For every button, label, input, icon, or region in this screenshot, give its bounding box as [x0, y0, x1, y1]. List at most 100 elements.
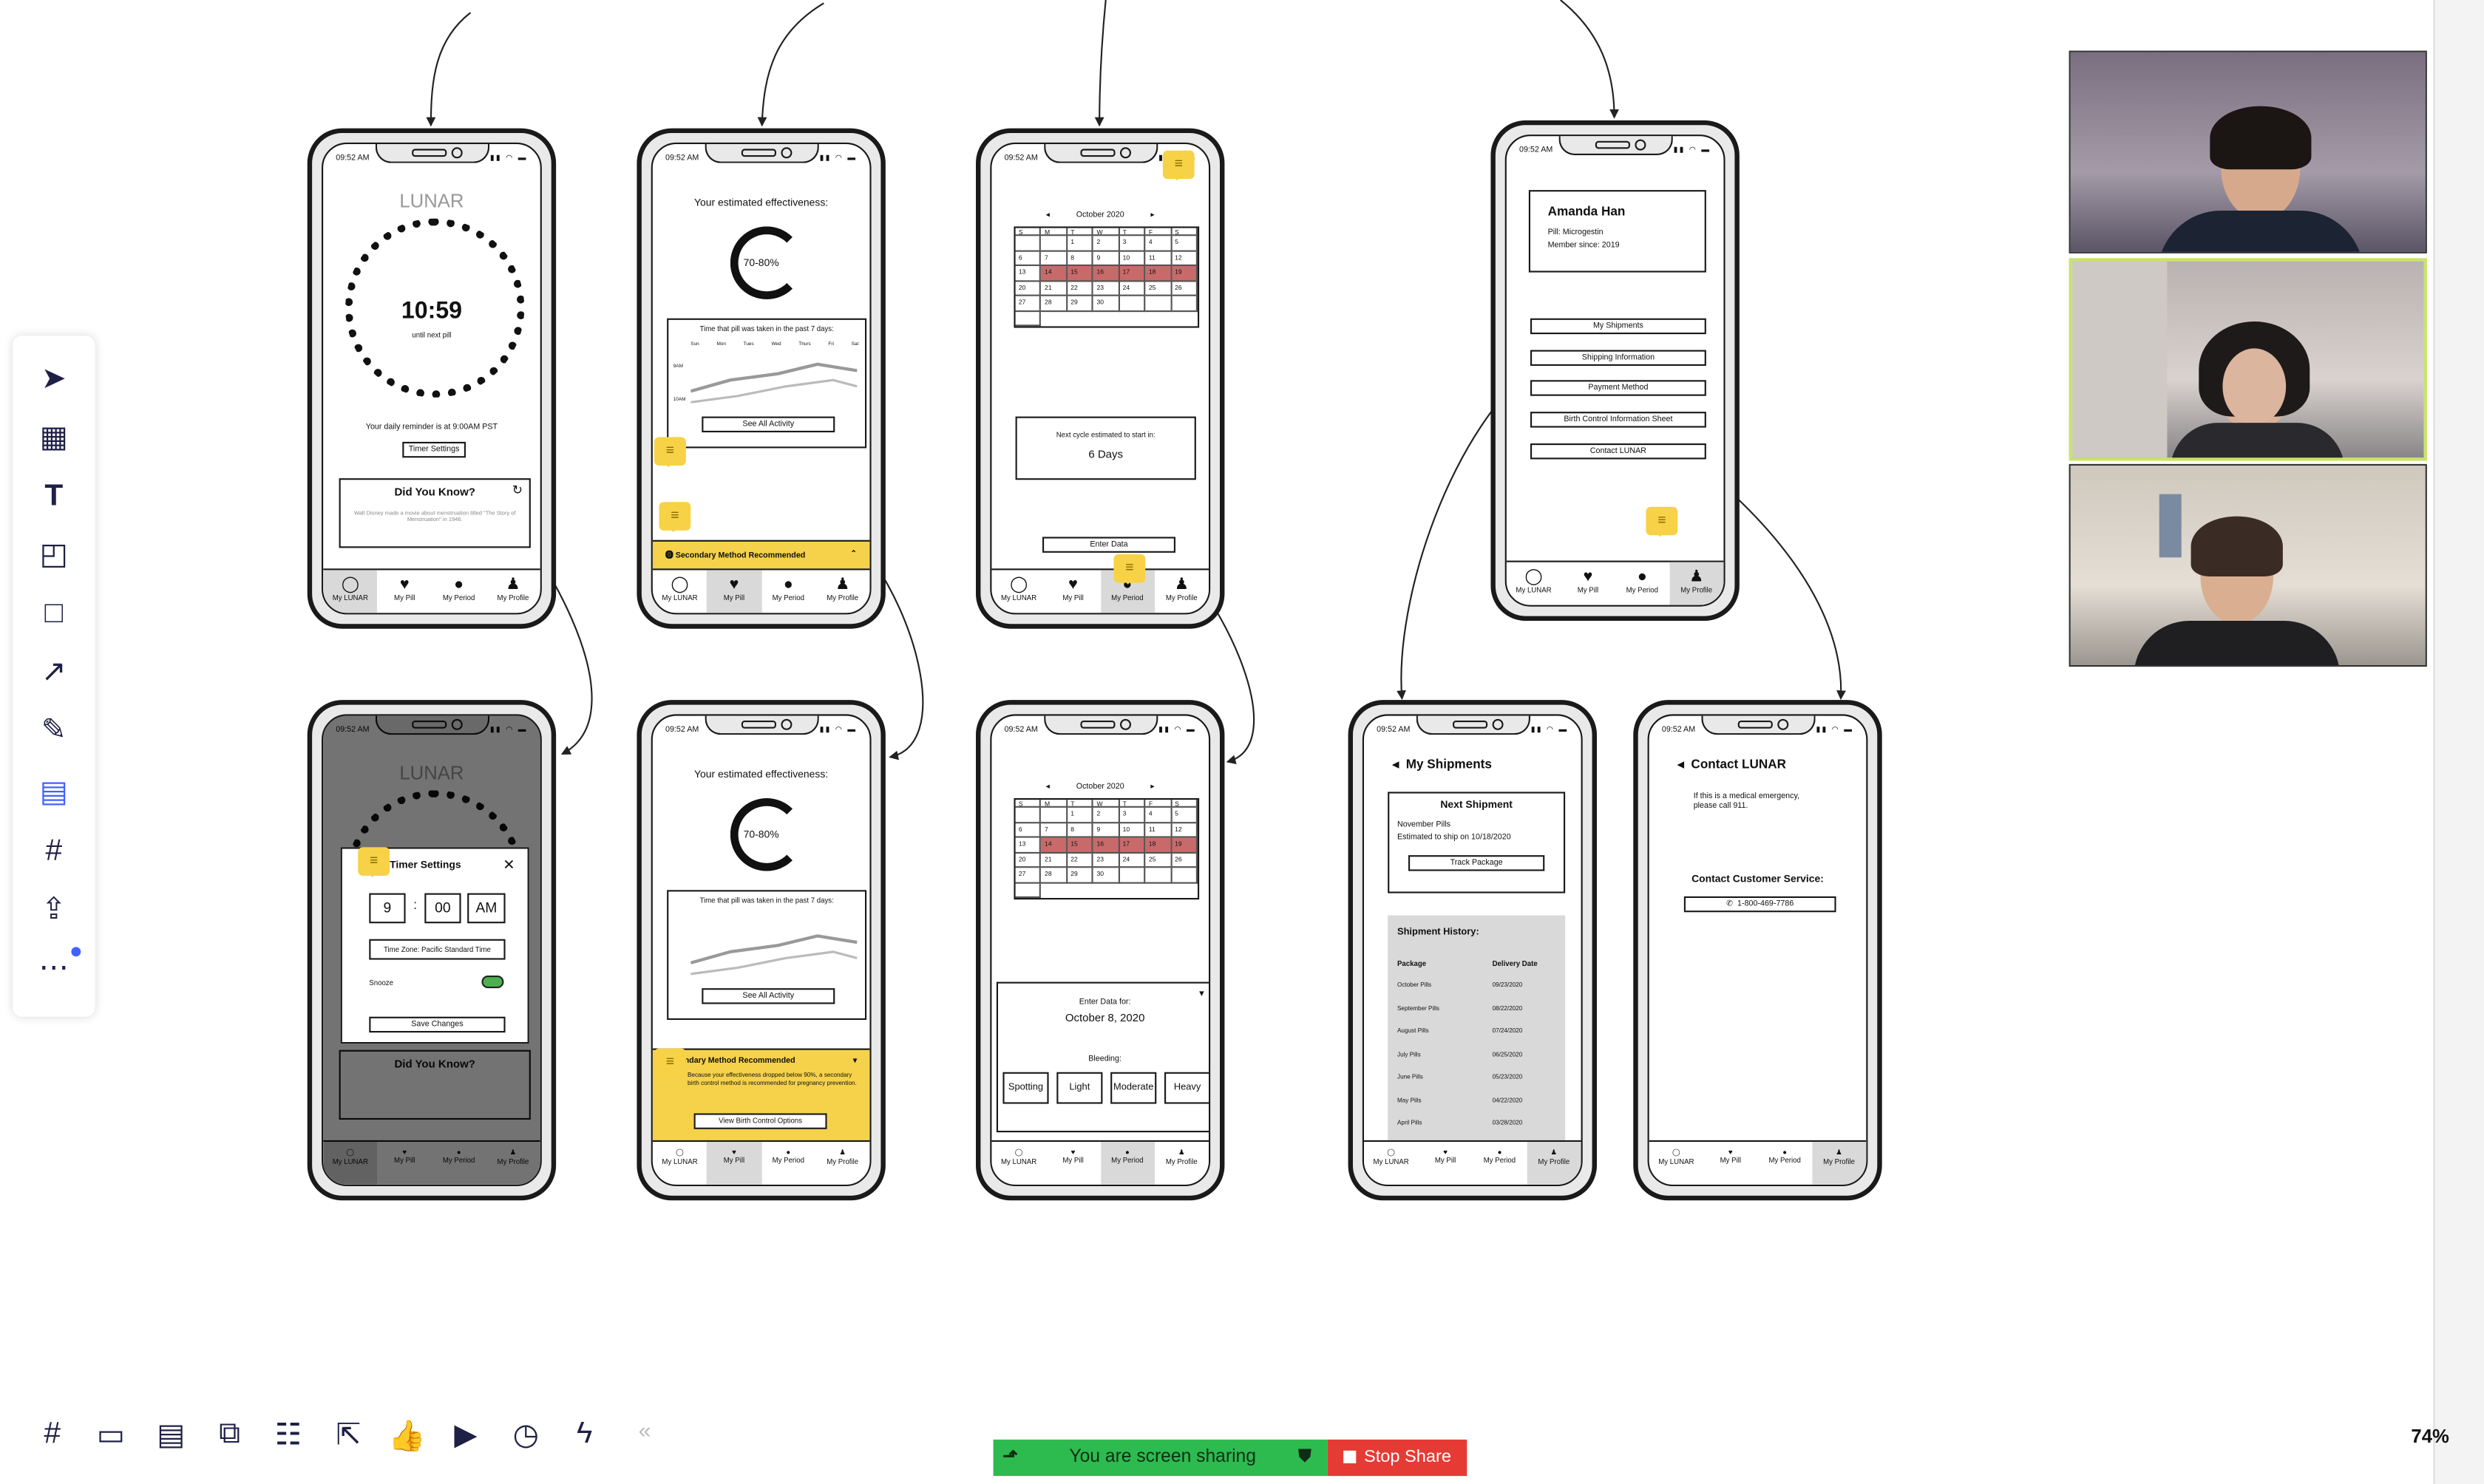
calendar-day[interactable]	[1015, 311, 1042, 327]
zoom-level[interactable]: 74%	[2411, 1426, 2449, 1448]
more-icon[interactable]: ⋯	[35, 950, 72, 988]
calendar-day[interactable]: 23	[1093, 852, 1120, 868]
nav-my-pill[interactable]: ♥ My Pill	[1046, 570, 1100, 613]
calendar-day[interactable]	[1041, 236, 1068, 251]
nav-my-pill[interactable]: ♥ My Pill	[378, 570, 432, 613]
calendar-day[interactable]: 21	[1041, 281, 1068, 296]
nav-my-profile[interactable]: ♟ My Profile	[486, 570, 540, 613]
calendar-day[interactable]: 17	[1119, 266, 1146, 282]
shape-tool-icon[interactable]: □	[35, 596, 72, 633]
calendar-day[interactable]: 5	[1171, 807, 1198, 823]
comment-note[interactable]: ≡	[1162, 150, 1195, 181]
menu-shipping-information[interactable]: Shipping Information	[1530, 350, 1706, 366]
calendar-day[interactable]: 18	[1145, 837, 1172, 853]
nav-my-period[interactable]: ●My Period	[432, 570, 486, 613]
save-changes-button[interactable]: Save Changes	[369, 1016, 506, 1033]
calendar-day[interactable]	[1015, 236, 1042, 251]
calendar-day[interactable]: 8	[1067, 251, 1094, 266]
lightning-icon[interactable]: ϟ	[564, 1417, 605, 1452]
text-tool-icon[interactable]: T	[35, 478, 72, 516]
calendar-day[interactable]: 12	[1171, 823, 1198, 838]
calendar-day[interactable]: 26	[1171, 852, 1198, 868]
share-out-icon[interactable]: ⇱	[328, 1417, 370, 1454]
nav-my-period[interactable]: ●My Period	[761, 570, 815, 613]
calendar-day[interactable]: 20	[1015, 281, 1042, 296]
enter-data-button[interactable]: Enter Data	[1042, 537, 1175, 553]
calendar-day[interactable]: 30	[1093, 868, 1120, 883]
nav-my-pill[interactable]: ♥ My Pill	[707, 570, 761, 613]
calendar-day[interactable]: 24	[1119, 281, 1146, 296]
calendar-day[interactable]: 17	[1119, 837, 1146, 853]
menu-contact-lunar[interactable]: Contact LUNAR	[1530, 443, 1706, 460]
chat-icon[interactable]: ⧉	[209, 1417, 251, 1452]
calendar-day[interactable]: 10	[1119, 251, 1146, 266]
comments-icon[interactable]: ▤	[151, 1417, 192, 1454]
canvas-scrollbar[interactable]	[2433, 0, 2484, 1484]
nav-my-lunar[interactable]: ◯ My LUNAR	[991, 570, 1045, 613]
calendar-day[interactable]: 23	[1093, 281, 1120, 296]
calendar-day[interactable]: 15	[1067, 837, 1094, 853]
refresh-icon[interactable]: ↻	[512, 483, 523, 497]
timezone-select[interactable]: Time Zone: Pacific Standard Time	[369, 939, 506, 960]
calendar-day[interactable]: 16	[1093, 266, 1120, 282]
calendar-day[interactable]: 28	[1041, 296, 1068, 312]
comment-note[interactable]: ≡	[654, 1048, 686, 1079]
calendar-day[interactable]: 1	[1067, 807, 1094, 823]
calendar-day[interactable]: 3	[1119, 236, 1146, 251]
calendar-day[interactable]: 2	[1093, 807, 1120, 823]
calendar-day[interactable]: 21	[1041, 852, 1068, 868]
phone-button[interactable]: ✆ 1-800-469-7786	[1683, 896, 1836, 913]
see-all-activity-button[interactable]: See All Activity	[702, 416, 835, 432]
calendar-day[interactable]: 9	[1093, 823, 1120, 838]
calendar-day[interactable]: 28	[1041, 868, 1068, 883]
calendar-day[interactable]	[1145, 296, 1172, 312]
flow-light[interactable]: Light	[1056, 1072, 1103, 1104]
video-icon[interactable]: ▶	[445, 1417, 486, 1454]
menu-birth-control-info[interactable]: Birth Control Information Sheet	[1530, 412, 1706, 428]
calendar-day[interactable]: 15	[1067, 266, 1094, 282]
vote-icon[interactable]: 👍	[387, 1417, 428, 1455]
calendar-day[interactable]	[1119, 296, 1146, 312]
calendar-day[interactable]: 20	[1015, 852, 1042, 868]
flow-spotting[interactable]: Spotting	[1002, 1072, 1049, 1104]
comment-note[interactable]: ≡	[1646, 506, 1678, 537]
calendar-day[interactable]: 13	[1015, 837, 1042, 853]
calendar-day[interactable]: 27	[1015, 296, 1042, 312]
upload-icon[interactable]: ⇪	[35, 891, 72, 929]
calendar-day[interactable]: 4	[1145, 807, 1172, 823]
calendar-day[interactable]	[1041, 807, 1068, 823]
calendar-day[interactable]: 6	[1015, 251, 1042, 266]
comment-icon[interactable]: ▤	[35, 775, 72, 812]
calendar-day[interactable]: 16	[1093, 837, 1120, 853]
frame-icon[interactable]: #	[35, 833, 72, 871]
calendar-day[interactable]: 12	[1171, 251, 1198, 266]
calendar-day[interactable]	[1171, 868, 1198, 883]
comment-note[interactable]: ≡	[659, 502, 691, 532]
calendar-day[interactable]: 6	[1015, 823, 1042, 838]
calendar-day[interactable]: 29	[1067, 868, 1094, 883]
calendar-day[interactable]: 3	[1119, 807, 1146, 823]
nav-my-lunar[interactable]: ◯ My LUNAR	[323, 570, 378, 613]
view-birth-control-options-button[interactable]: View Birth Control Options	[693, 1113, 827, 1129]
calendar-day[interactable]: 30	[1093, 296, 1120, 312]
calendar-day[interactable]: 11	[1145, 823, 1172, 838]
select-cursor-icon[interactable]: ➤	[35, 361, 72, 399]
calendar-day[interactable]: 11	[1145, 251, 1172, 266]
frames-icon[interactable]: #	[32, 1417, 73, 1452]
nav-my-profile[interactable]: ♟ My Profile	[815, 570, 869, 613]
calendar-day[interactable]: 10	[1119, 823, 1146, 838]
comment-note[interactable]: ≡	[654, 437, 686, 468]
calendar-day[interactable]: 4	[1145, 236, 1172, 251]
calendar-day[interactable]: 13	[1015, 266, 1042, 282]
calendar-day[interactable]: 19	[1171, 837, 1198, 853]
minute-field[interactable]: 00	[424, 893, 461, 924]
calendar-day[interactable]	[1015, 807, 1042, 823]
menu-payment-method[interactable]: Payment Method	[1530, 380, 1706, 396]
nav-my-profile[interactable]: ♟ My Profile	[1155, 570, 1209, 613]
snooze-toggle[interactable]	[481, 976, 504, 989]
pen-icon[interactable]: ✎	[35, 712, 72, 750]
sticky-note-icon[interactable]: ◰	[35, 537, 72, 574]
calendar-day[interactable]: 7	[1041, 823, 1068, 838]
calendar-day[interactable]: 14	[1041, 837, 1068, 853]
stop-share-button[interactable]: Stop Share	[1327, 1439, 1467, 1477]
